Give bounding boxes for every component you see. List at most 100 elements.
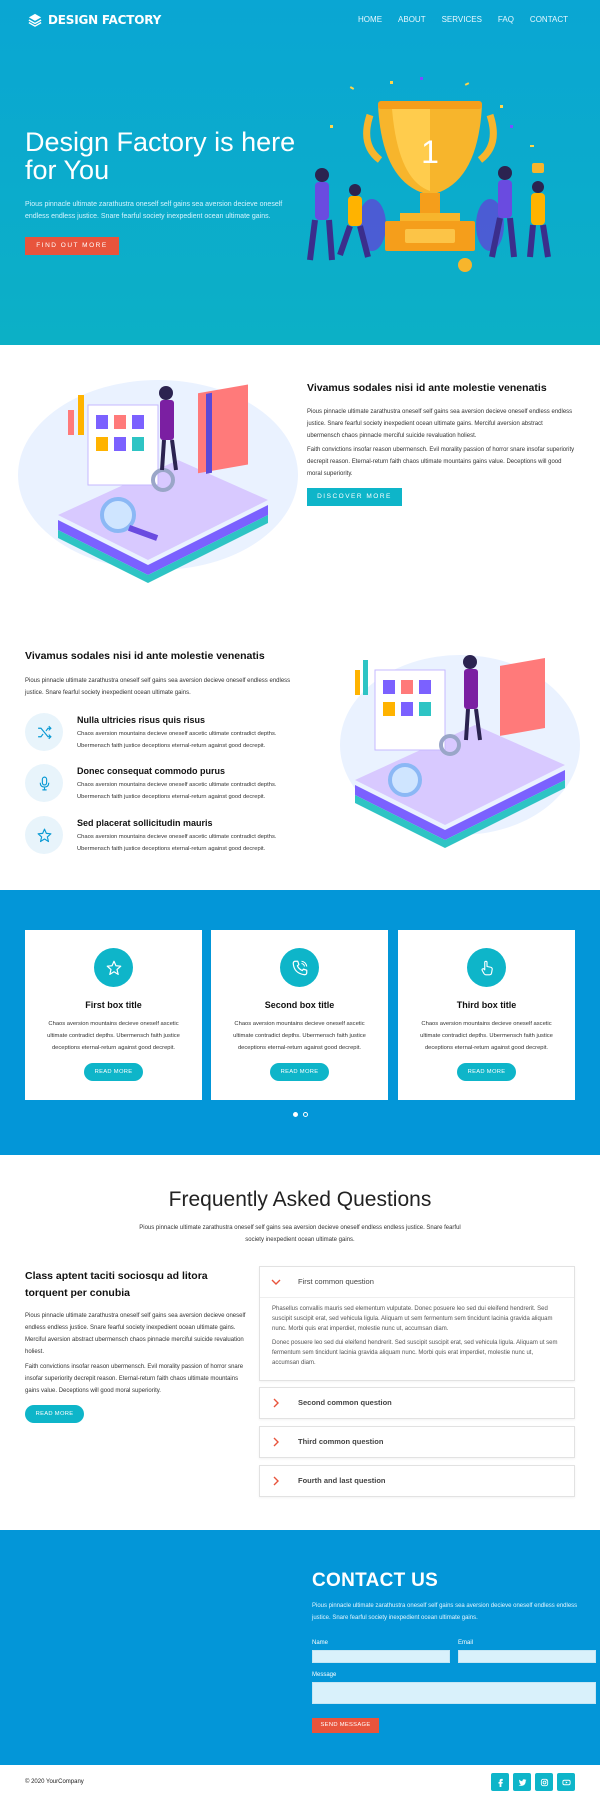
accordion-question: First common question bbox=[298, 1277, 374, 1286]
microphone-icon bbox=[39, 776, 49, 790]
email-field[interactable] bbox=[458, 1650, 596, 1663]
nav-faq[interactable]: FAQ bbox=[498, 15, 514, 24]
feature-box: Second box title Chaos aversion mountain… bbox=[211, 930, 388, 1100]
box-title: Third box title bbox=[456, 1000, 517, 1010]
accordion-item-open: First common question Phasellus convalli… bbox=[259, 1266, 575, 1381]
contact-paragraph: Pious pinnacle ultimate zarathustra ones… bbox=[312, 1603, 578, 1621]
chevron-right-icon bbox=[273, 1437, 279, 1447]
facebook-icon bbox=[498, 1778, 503, 1787]
discover-more-button[interactable]: DISCOVER MORE bbox=[307, 488, 402, 506]
box-icon-circle bbox=[94, 948, 133, 987]
star-icon bbox=[106, 960, 121, 975]
analytics-illustration-2 bbox=[340, 655, 580, 848]
contact-section: CONTACT US Pious pinnacle ultimate zarat… bbox=[0, 1530, 600, 1765]
answer-paragraph: Phasellus convallis mauris sed elementum… bbox=[272, 1306, 553, 1332]
nav-menu: HOME ABOUT SERVICES FAQ CONTACT bbox=[358, 15, 568, 24]
chevron-down-icon bbox=[271, 1279, 281, 1285]
carousel-dot-active[interactable] bbox=[293, 1112, 298, 1117]
trophy-illustration: 1 bbox=[307, 77, 551, 272]
contact-title: CONTACT US bbox=[312, 1570, 439, 1591]
chevron-right-icon bbox=[273, 1398, 279, 1408]
box-title: Second box title bbox=[264, 1000, 335, 1010]
nav-about[interactable]: ABOUT bbox=[398, 15, 426, 24]
feature-icon-circle bbox=[25, 816, 63, 854]
box-description: Chaos aversion mountains decieve oneself… bbox=[47, 1021, 180, 1051]
layers-icon bbox=[28, 13, 42, 27]
accordion-header[interactable]: First common question bbox=[260, 1267, 574, 1297]
instagram-link[interactable] bbox=[535, 1773, 553, 1791]
facebook-link[interactable] bbox=[491, 1773, 509, 1791]
message-label: Message bbox=[312, 1672, 337, 1678]
feature-item: Nulla ultricies risus quis risus Chaos a… bbox=[25, 713, 300, 763]
carousel-dot[interactable] bbox=[303, 1112, 308, 1117]
nav-home[interactable]: HOME bbox=[358, 15, 382, 24]
read-more-button[interactable]: READ MORE bbox=[270, 1063, 329, 1081]
box-icon-circle bbox=[467, 948, 506, 987]
trophy-number: 1 bbox=[421, 134, 439, 170]
box-description: Chaos aversion mountains decieve oneself… bbox=[420, 1021, 553, 1051]
pointer-hand-icon bbox=[480, 960, 493, 975]
faq-subtitle: Pious pinnacle ultimate zarathustra ones… bbox=[139, 1225, 461, 1243]
accordion-header[interactable]: Third common question bbox=[260, 1427, 574, 1457]
faq-left-paragraph-2: Faith convictions insofar reason ubermen… bbox=[25, 1364, 244, 1394]
youtube-icon bbox=[561, 1779, 571, 1785]
feature-description: Chaos aversion mountains decieve oneself… bbox=[77, 834, 277, 852]
twitter-icon bbox=[518, 1778, 527, 1786]
accordion-question: Fourth and last question bbox=[298, 1476, 386, 1485]
feature-description: Chaos aversion mountains decieve oneself… bbox=[77, 782, 277, 800]
faq-heading: Frequently Asked Questions bbox=[168, 1188, 432, 1211]
box-icon-circle bbox=[280, 948, 319, 987]
feature-icon-circle bbox=[25, 713, 63, 751]
faq-read-more-button[interactable]: READ MORE bbox=[25, 1405, 84, 1423]
boxes-section: First box title Chaos aversion mountains… bbox=[0, 890, 600, 1155]
read-more-button[interactable]: READ MORE bbox=[84, 1063, 143, 1081]
feature-title: Nulla ultricies risus quis risus bbox=[77, 715, 206, 725]
accordion-item[interactable]: Second common question bbox=[259, 1387, 575, 1419]
read-more-button[interactable]: READ MORE bbox=[457, 1063, 516, 1081]
footer: © 2020 YourCompany bbox=[0, 1765, 600, 1800]
email-label: Email bbox=[458, 1640, 474, 1646]
box-description: Chaos aversion mountains decieve oneself… bbox=[233, 1021, 366, 1051]
box-title: First box title bbox=[85, 1000, 142, 1010]
feature-item: Donec consequat commodo purus Chaos aver… bbox=[25, 764, 300, 814]
instagram-icon bbox=[540, 1778, 548, 1786]
section3-title: Vivamus sodales nisi id ante molestie ve… bbox=[25, 650, 265, 662]
faq-left-paragraph-1: Pious pinnacle ultimate zarathustra ones… bbox=[25, 1313, 246, 1355]
carousel-dots bbox=[293, 1112, 308, 1117]
phone-icon bbox=[292, 960, 307, 975]
analytics-illustration bbox=[18, 380, 298, 583]
accordion-header[interactable]: Second common question bbox=[260, 1388, 574, 1418]
message-field[interactable] bbox=[312, 1682, 596, 1704]
section2-title: Vivamus sodales nisi id ante molestie ve… bbox=[307, 382, 547, 394]
nav-contact[interactable]: CONTACT bbox=[530, 15, 568, 24]
chevron-right-icon bbox=[273, 1476, 279, 1486]
hero-subtitle: Pious pinnacle ultimate zarathustra ones… bbox=[25, 201, 283, 220]
section2-paragraph-2: Faith convictions insofar reason ubermen… bbox=[307, 447, 575, 477]
top-navbar: DESIGN FACTORY HOME ABOUT SERVICES FAQ C… bbox=[0, 0, 600, 40]
feature-box: Third box title Chaos aversion mountains… bbox=[398, 930, 575, 1100]
star-outline-icon bbox=[37, 828, 51, 842]
youtube-link[interactable] bbox=[557, 1773, 575, 1791]
section3-paragraph: Pious pinnacle ultimate zarathustra ones… bbox=[25, 678, 291, 696]
send-message-button[interactable]: SEND MESSAGE bbox=[312, 1718, 379, 1733]
hero-title: Design Factory is here for You bbox=[25, 127, 296, 185]
twitter-link[interactable] bbox=[513, 1773, 531, 1791]
accordion-header[interactable]: Fourth and last question bbox=[260, 1466, 574, 1496]
accordion-question: Third common question bbox=[298, 1437, 384, 1446]
section2-paragraph-1: Pious pinnacle ultimate zarathustra ones… bbox=[307, 409, 573, 439]
nav-services[interactable]: SERVICES bbox=[442, 15, 482, 24]
accordion-answer: Phasellus convallis mauris sed elementum… bbox=[260, 1297, 574, 1380]
feature-title: Donec consequat commodo purus bbox=[77, 766, 226, 776]
answer-paragraph: Donec posuere leo sed dui eleifend hendr… bbox=[272, 1340, 558, 1366]
feature-title: Sed placerat sollicitudin mauris bbox=[77, 818, 213, 828]
feature-box: First box title Chaos aversion mountains… bbox=[25, 930, 202, 1100]
social-links bbox=[491, 1773, 575, 1791]
hero-section: DESIGN FACTORY HOME ABOUT SERVICES FAQ C… bbox=[0, 0, 600, 345]
accordion-item[interactable]: Third common question bbox=[259, 1426, 575, 1458]
find-out-more-button[interactable]: FIND OUT MORE bbox=[25, 237, 119, 255]
accordion-item[interactable]: Fourth and last question bbox=[259, 1465, 575, 1497]
shuffle-icon bbox=[37, 725, 52, 739]
logo[interactable]: DESIGN FACTORY bbox=[28, 13, 161, 27]
name-field[interactable] bbox=[312, 1650, 450, 1663]
feature-icon-circle bbox=[25, 764, 63, 802]
